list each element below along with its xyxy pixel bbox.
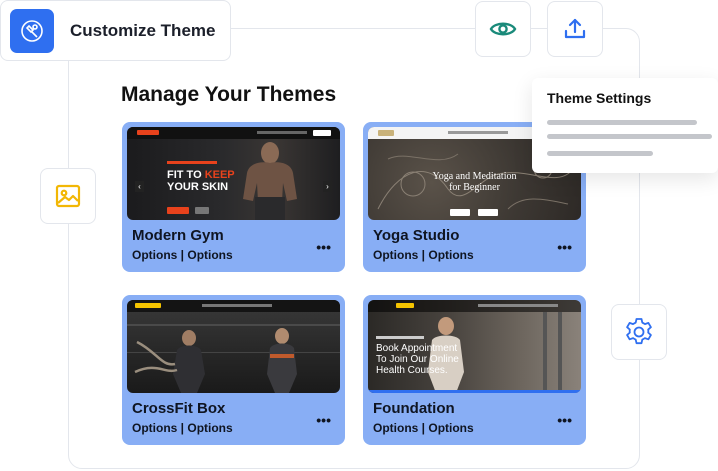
theme-card-foundation[interactable]: Book Appointment To Join Our Online Heal…	[363, 295, 586, 445]
header-title-chip: Customize Theme	[0, 0, 231, 61]
theme-name: CrossFit Box	[132, 400, 226, 417]
preview-headline: Book Appointment To Join Our Online Heal…	[376, 343, 459, 376]
settings-placeholder-line	[547, 134, 712, 139]
theme-name: Yoga Studio	[373, 227, 460, 244]
more-menu-button[interactable]: •••	[316, 412, 331, 428]
theme-preview-modern-gym[interactable]: ‹ › FIT TO KEEP YOUR SKIN	[127, 127, 340, 220]
upload-icon	[564, 18, 586, 39]
preview-headline: Yoga and Meditation for Beginner	[432, 171, 517, 193]
more-menu-button[interactable]: •••	[316, 239, 331, 255]
theme-settings-title: Theme Settings	[547, 90, 652, 106]
preview-nav	[127, 127, 340, 139]
theme-preview-foundation[interactable]: Book Appointment To Join Our Online Heal…	[368, 300, 581, 393]
theme-options-link[interactable]: Options | Options	[132, 248, 233, 262]
preview-nav	[127, 300, 340, 312]
settings-placeholder-line	[547, 120, 697, 125]
theme-options-link[interactable]: Options | Options	[373, 421, 474, 435]
preview-button[interactable]	[475, 1, 531, 57]
theme-name: Foundation	[373, 400, 455, 417]
export-button[interactable]	[547, 1, 603, 57]
theme-card-crossfit-box[interactable]: CrossFit Box Options | Options •••	[122, 295, 345, 445]
theme-options-link[interactable]: Options | Options	[132, 421, 233, 435]
more-menu-button[interactable]: •••	[557, 239, 572, 255]
settings-tool-button[interactable]	[611, 304, 667, 360]
eye-icon	[489, 22, 517, 36]
wrench-badge-icon[interactable]	[10, 8, 54, 53]
theme-preview-crossfit-box[interactable]	[127, 300, 340, 393]
image-icon	[55, 184, 81, 208]
page-header-title: Customize Theme	[70, 20, 216, 40]
image-tool-button[interactable]	[40, 168, 96, 224]
athlete-figure	[243, 142, 297, 220]
preview-headline: FIT TO KEEP YOUR SKIN	[167, 169, 235, 194]
gear-icon	[626, 318, 652, 345]
theme-card-modern-gym[interactable]: ‹ › FIT TO KEEP YOUR SKIN Modern Gym Opt…	[122, 122, 345, 272]
theme-name: Modern Gym	[132, 227, 224, 244]
page-title: Manage Your Themes	[121, 83, 337, 106]
theme-settings-popover: Theme Settings	[532, 78, 718, 173]
preview-athletes	[127, 324, 340, 393]
more-menu-button[interactable]: •••	[557, 412, 572, 428]
theme-options-link[interactable]: Options | Options	[373, 248, 474, 262]
preview-nav	[368, 300, 581, 312]
settings-placeholder-line	[547, 151, 653, 156]
